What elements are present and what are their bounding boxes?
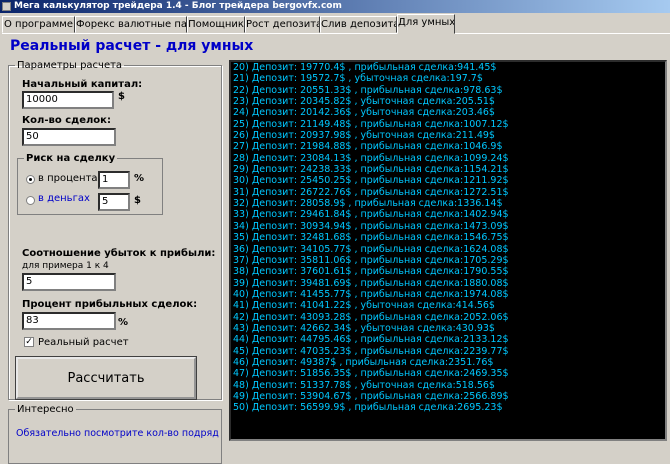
ratio-input[interactable]: 5 bbox=[22, 273, 116, 291]
result-line: 45) Депозит: 47035.23$ , прибыльная сдел… bbox=[233, 345, 509, 357]
win-rate-unit: % bbox=[118, 317, 129, 328]
tab-for-smart[interactable]: Для умных bbox=[397, 14, 455, 34]
title-bar: Мега калькулятор трейдера 1.4 - Блог тре… bbox=[0, 0, 670, 13]
result-line: 46) Депозит: 49387$ , прибыльная сделка:… bbox=[233, 356, 494, 368]
trades-label: Кол-во сделок: bbox=[22, 115, 111, 126]
win-rate-label: Процент прибыльных сделок: bbox=[22, 299, 198, 310]
results-console[interactable]: 20) Депозит: 19770.4$ , прибыльная сделк… bbox=[229, 60, 667, 441]
result-line: 32) Депозит: 28058.9$ , прибыльная сделк… bbox=[233, 198, 503, 210]
result-line: 41) Депозит: 41041.22$ , убыточная сделк… bbox=[233, 300, 495, 312]
result-line: 33) Депозит: 29461.84$ , прибыльная сдел… bbox=[233, 209, 509, 221]
risk-money-label[interactable]: в деньгах bbox=[38, 193, 90, 204]
result-line: 47) Депозит: 51856.35$ , прибыльная сдел… bbox=[233, 368, 509, 380]
result-line: 29) Депозит: 24238.33$ , прибыльная сдел… bbox=[233, 164, 509, 176]
trades-input[interactable]: 50 bbox=[22, 128, 116, 146]
calculate-button[interactable]: Рассчитать bbox=[15, 356, 197, 400]
risk-percent-label[interactable]: в процентах bbox=[38, 173, 103, 184]
result-line: 39) Депозит: 39481.69$ , прибыльная сдел… bbox=[233, 277, 509, 289]
params-legend: Параметры расчета bbox=[17, 60, 123, 71]
result-line: 27) Депозит: 21984.88$ , прибыльная сдел… bbox=[233, 141, 503, 153]
results-list: 20) Депозит: 19770.4$ , прибыльная сделк… bbox=[231, 62, 665, 414]
risk-percent-unit: % bbox=[134, 173, 145, 184]
result-line: 24) Депозит: 20142.36$ , убыточная сделк… bbox=[233, 107, 495, 119]
tab-deposit-drain[interactable]: Слив депозита bbox=[320, 16, 397, 33]
result-line: 37) Депозит: 35811.06$ , прибыльная сдел… bbox=[233, 254, 509, 266]
win-rate-input[interactable]: 83 bbox=[22, 312, 116, 330]
risk-percent-input[interactable]: 1 bbox=[98, 171, 130, 189]
risk-money-radio[interactable] bbox=[26, 196, 35, 205]
page-title: Реальный расчет - для умных bbox=[10, 38, 254, 54]
result-line: 35) Депозит: 32481.68$ , прибыльная сдел… bbox=[233, 232, 509, 244]
window-title: Мега калькулятор трейдера 1.4 - Блог тре… bbox=[14, 1, 342, 11]
tab-strip: О программе Форекс валютные пары Помощни… bbox=[0, 14, 670, 34]
result-line: 38) Депозит: 37601.61$ , прибыльная сдел… bbox=[233, 266, 509, 278]
risk-percent-radio[interactable] bbox=[26, 175, 35, 184]
risk-legend: Риск на сделку bbox=[26, 153, 116, 164]
result-line: 50) Депозит: 56599.9$ , прибыльная сделк… bbox=[233, 402, 503, 414]
result-line: 42) Депозит: 43093.28$ , прибыльная сдел… bbox=[233, 311, 509, 323]
result-line: 22) Депозит: 20551.33$ , прибыльная сдел… bbox=[233, 84, 503, 96]
params-group: Параметры расчета bbox=[8, 60, 222, 400]
result-line: 30) Депозит: 25450.25$ , прибыльная сдел… bbox=[233, 175, 509, 187]
real-calc-checkbox[interactable]: ✓ bbox=[24, 337, 34, 347]
app-icon bbox=[2, 2, 11, 11]
result-line: 40) Депозит: 41455.77$ , прибыльная сдел… bbox=[233, 288, 509, 300]
risk-money-input[interactable]: 5 bbox=[98, 193, 130, 211]
result-line: 49) Депозит: 53904.67$ , прибыльная сдел… bbox=[233, 390, 509, 402]
result-line: 34) Депозит: 30934.94$ , прибыльная сдел… bbox=[233, 220, 509, 232]
result-line: 44) Депозит: 44795.46$ , прибыльная сдел… bbox=[233, 334, 509, 346]
tab-deposit-growth[interactable]: Рост депозита bbox=[245, 16, 320, 33]
real-calc-label[interactable]: Реальный расчет bbox=[38, 337, 129, 348]
result-line: 26) Депозит: 20937.98$ , убыточная сделк… bbox=[233, 130, 495, 142]
ratio-hint: для примера 1 к 4 bbox=[22, 261, 109, 271]
ratio-label: Соотношение убыток к прибыли: bbox=[22, 248, 216, 259]
risk-money-unit: $ bbox=[134, 195, 141, 206]
result-line: 28) Депозит: 23084.13$ , прибыльная сдел… bbox=[233, 152, 509, 164]
result-line: 43) Депозит: 42662.34$ , убыточная сделк… bbox=[233, 322, 495, 334]
risk-group: Риск на сделку bbox=[17, 153, 163, 215]
result-line: 48) Депозит: 51337.78$ , убыточная сделк… bbox=[233, 379, 495, 391]
result-line: 21) Депозит: 19572.7$ , убыточная сделка… bbox=[233, 73, 483, 85]
capital-label: Начальный капитал: bbox=[22, 79, 143, 90]
result-line: 23) Депозит: 20345.82$ , убыточная сделк… bbox=[233, 96, 495, 108]
info-link[interactable]: Обязательно посмотрите кол-во подряд bbox=[16, 428, 219, 439]
result-line: 31) Депозит: 26722.76$ , прибыльная сдел… bbox=[233, 186, 509, 198]
capital-unit: $ bbox=[118, 91, 125, 102]
tab-helper[interactable]: Помощник bbox=[187, 16, 245, 33]
result-line: 25) Депозит: 21149.48$ , прибыльная сдел… bbox=[233, 118, 509, 130]
result-line: 36) Депозит: 34105.77$ , прибыльная сдел… bbox=[233, 243, 509, 255]
capital-input[interactable]: 10000 bbox=[22, 91, 114, 109]
tab-about[interactable]: О программе bbox=[2, 16, 75, 33]
tab-forex-pairs[interactable]: Форекс валютные пары bbox=[75, 16, 187, 33]
info-legend: Интересно bbox=[17, 404, 74, 415]
result-line: 20) Депозит: 19770.4$ , прибыльная сделк… bbox=[233, 62, 497, 73]
